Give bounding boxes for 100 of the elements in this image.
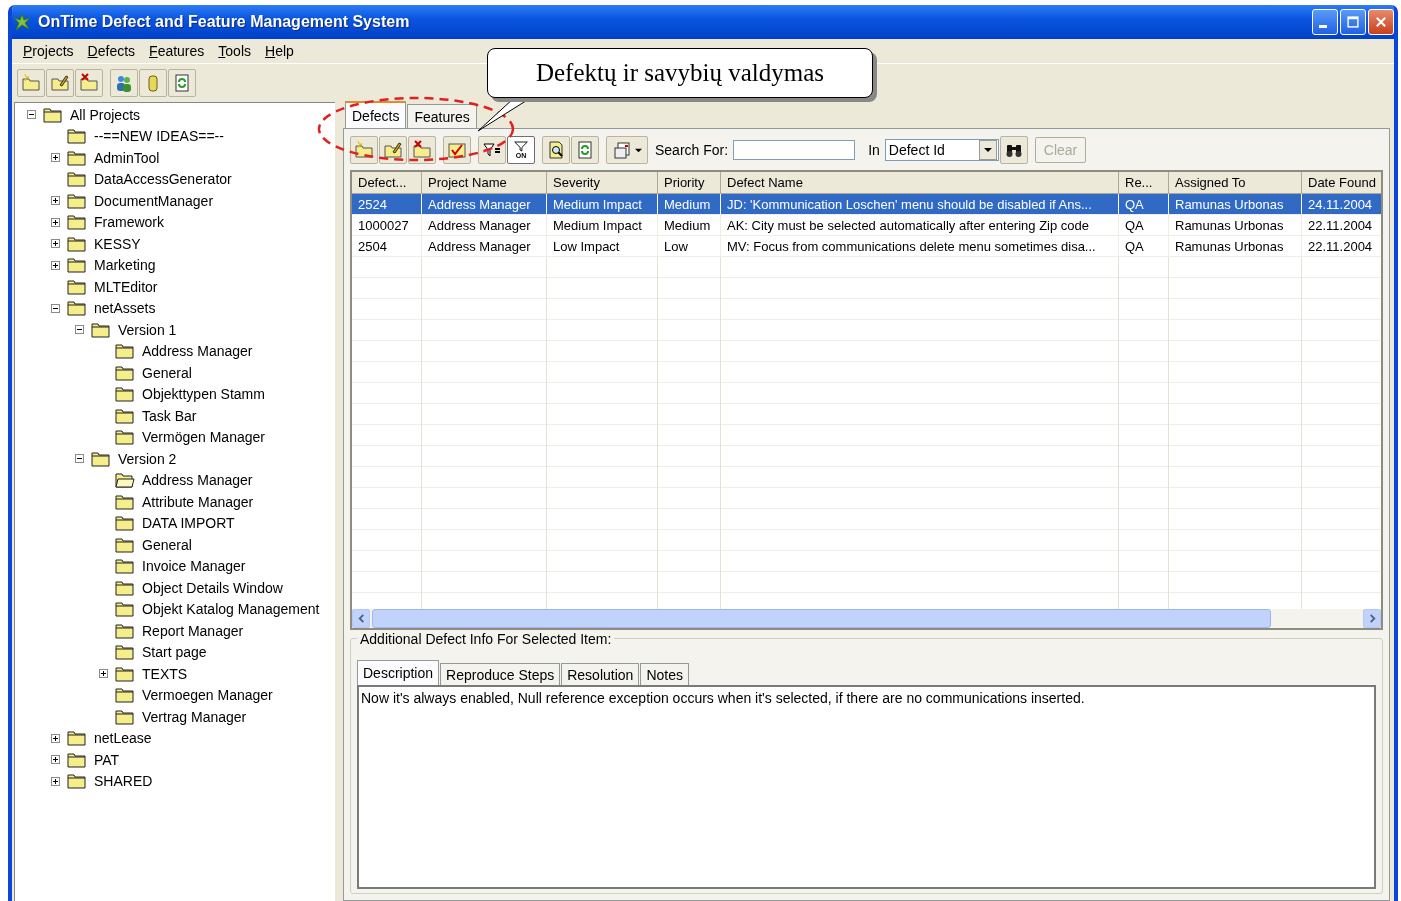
- expand-icon[interactable]: [50, 217, 60, 227]
- tree-item[interactable]: MLTEditor: [93, 278, 159, 295]
- tree-item[interactable]: Vermoegen Manager: [141, 687, 274, 704]
- expand-icon[interactable]: [50, 755, 60, 765]
- table-cell: Ramunas Urbonas: [1169, 236, 1302, 257]
- grid-row[interactable]: 1000027 Address Manager Medium Impact Medium AK: City must be selected automatically after entering Zip code QA Ramunas Urbonas 22.11.2004: [352, 215, 1381, 236]
- tree-item[interactable]: DocumentManager: [93, 192, 215, 209]
- tree-item[interactable]: DataAccessGenerator: [93, 171, 233, 188]
- scroll-right-button[interactable]: [1363, 609, 1381, 628]
- tree-item[interactable]: Object Details Window: [141, 579, 284, 596]
- search-icon[interactable]: [999, 136, 1028, 164]
- toolbar-button[interactable]: [139, 69, 167, 97]
- toolbar-button[interactable]: [75, 69, 103, 97]
- expand-icon[interactable]: [50, 733, 60, 743]
- preview-icon[interactable]: [542, 136, 570, 164]
- expand-icon[interactable]: [50, 239, 60, 249]
- toolbar-button[interactable]: [168, 69, 196, 97]
- checklist-icon[interactable]: [443, 136, 471, 164]
- tab[interactable]: Features: [407, 104, 477, 128]
- search-field[interactable]: [733, 140, 856, 160]
- close-button[interactable]: [1368, 9, 1394, 35]
- window-title: OnTime Defect and Feature Management System: [38, 13, 411, 31]
- tab[interactable]: Notes: [640, 663, 689, 685]
- maximize-icon: [1346, 15, 1360, 29]
- documents-icon: [612, 140, 633, 160]
- delete-folder-icon[interactable]: [408, 136, 436, 164]
- users-icon: [114, 73, 134, 93]
- menu-item[interactable]: Help: [258, 41, 301, 61]
- collapse-icon[interactable]: [26, 110, 36, 120]
- table-cell: 2504: [352, 236, 422, 257]
- tree-item[interactable]: SHARED: [93, 773, 154, 790]
- table-cell: MV: Focus from communications delete menu sometimes disa...: [721, 236, 1119, 257]
- tree-item[interactable]: Vermögen Manager: [141, 429, 266, 446]
- tree-item[interactable]: Framework: [93, 214, 165, 231]
- tree-item[interactable]: All Projects: [69, 106, 142, 123]
- new-folder-icon[interactable]: [350, 136, 378, 164]
- tree-item[interactable]: Marketing: [93, 257, 157, 274]
- collapse-icon[interactable]: [74, 454, 84, 464]
- expand-icon[interactable]: [50, 776, 60, 786]
- collapse-icon[interactable]: [50, 303, 60, 313]
- tree-item[interactable]: Attribute Manager: [141, 493, 255, 510]
- table-cell: Low Impact: [547, 236, 658, 257]
- expand-icon[interactable]: [50, 153, 60, 163]
- search-in-dropdown[interactable]: Defect Id: [884, 139, 999, 161]
- expand-icon[interactable]: [98, 669, 108, 679]
- tree-item[interactable]: Version 2: [117, 450, 178, 467]
- expand-icon[interactable]: [50, 196, 60, 206]
- filter-icon[interactable]: [478, 136, 506, 164]
- description-text-area[interactable]: Now it's always enabled, Null reference exception occurs when it's selected, if there are no communications inserted.: [357, 685, 1376, 889]
- tree-item[interactable]: Report Manager: [141, 622, 245, 639]
- refresh-icon: [172, 73, 192, 93]
- tree-item[interactable]: DATA IMPORT: [141, 515, 236, 532]
- minimize-icon: [1319, 24, 1327, 28]
- tab[interactable]: Description: [357, 660, 440, 685]
- tree-item[interactable]: --==NEW IDEAS==--: [93, 128, 225, 145]
- grid-row[interactable]: 2524 Address Manager Medium Impact Medium JD: 'Kommunication Loschen' menu should be disabled if Ans... QA Ramunas Urbonas 24.11.2004: [352, 194, 1381, 215]
- table-cell: Address Manager: [422, 236, 547, 257]
- tree-item[interactable]: KESSY: [93, 235, 142, 252]
- tab[interactable]: Resolution: [561, 663, 640, 685]
- tree-item[interactable]: Task Bar: [141, 407, 198, 424]
- tree-item[interactable]: AdminTool: [93, 149, 161, 166]
- close-icon: [1374, 15, 1388, 29]
- tree-item[interactable]: General: [141, 536, 193, 553]
- collapse-icon[interactable]: [74, 325, 84, 335]
- table-cell: Low: [658, 236, 721, 257]
- tree-item[interactable]: Invoice Manager: [141, 558, 247, 575]
- menu-item[interactable]: Tools: [211, 41, 258, 61]
- grid-row[interactable]: 2504 Address Manager Low Impact Low MV: Focus from communications delete menu sometimes disa... QA Ramunas Urbonas 22.11.2004: [352, 236, 1381, 257]
- tree-item[interactable]: Objekttypen Stamm: [141, 386, 266, 403]
- menu-item[interactable]: Defects: [80, 41, 143, 61]
- refresh-icon[interactable]: [571, 136, 599, 164]
- tree-item[interactable]: General: [141, 364, 193, 381]
- edit-folder-icon[interactable]: [379, 136, 407, 164]
- delete-folder-icon: [79, 73, 99, 93]
- tree-item[interactable]: netAssets: [93, 300, 157, 317]
- menu-item[interactable]: Projects: [16, 41, 81, 61]
- menu-item[interactable]: Features: [142, 41, 212, 61]
- report-dropdown[interactable]: [606, 136, 648, 164]
- tree-item[interactable]: Address Manager: [141, 343, 254, 360]
- tree-item[interactable]: Vertrag Manager: [141, 708, 248, 725]
- maximize-button[interactable]: [1340, 9, 1366, 35]
- search-label: Search For:: [655, 142, 729, 158]
- toolbar-button[interactable]: [110, 69, 138, 97]
- scroll-left-button[interactable]: [352, 609, 370, 628]
- scrollbar-thumb[interactable]: [372, 609, 1271, 628]
- tab[interactable]: Defects: [345, 101, 407, 128]
- tree-item[interactable]: Objekt Katalog Management: [141, 601, 321, 618]
- minimize-button[interactable]: [1312, 9, 1338, 35]
- tree-item[interactable]: Version 1: [117, 321, 178, 338]
- edit-folder-icon: [50, 73, 70, 93]
- tree-item[interactable]: netLease: [93, 730, 153, 747]
- new-folder-icon: [21, 73, 41, 93]
- tree-item[interactable]: Address Manager: [141, 472, 254, 489]
- tab[interactable]: Reproduce Steps: [440, 663, 561, 685]
- toolbar-button[interactable]: [46, 69, 74, 97]
- group-title: Additional Defect Info For Selected Item:: [357, 631, 615, 647]
- tree-item[interactable]: TEXTS: [141, 665, 189, 682]
- expand-icon[interactable]: [50, 260, 60, 270]
- tree-item[interactable]: PAT: [93, 751, 121, 768]
- tree-item[interactable]: Start page: [141, 644, 208, 661]
